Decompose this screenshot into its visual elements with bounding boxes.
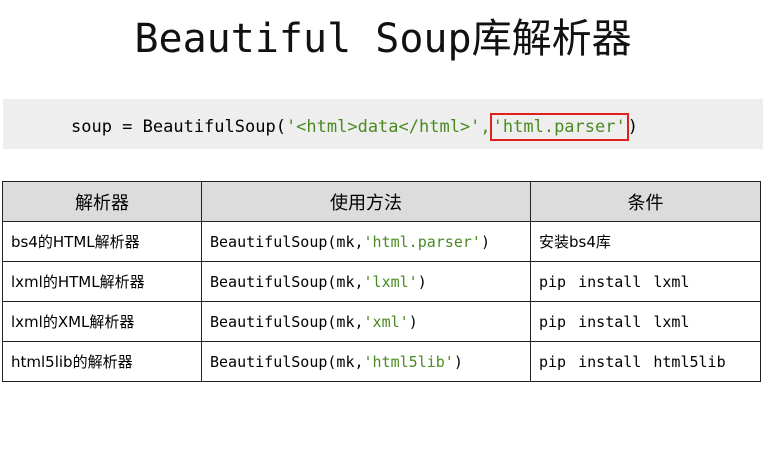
parser-table: 解析器 使用方法 条件 bs4的HTML解析器 BeautifulSoup(mk… [2, 181, 761, 382]
condition-cell: pip install lxml [530, 301, 761, 342]
usage-suffix: ) [453, 352, 463, 371]
table-row: bs4的HTML解析器 BeautifulSoup(mk,'html.parse… [2, 221, 761, 262]
table-row: lxml的HTML解析器 BeautifulSoup(mk,'lxml') pi… [2, 261, 761, 302]
code-arg-parser: 'html.parser' [492, 117, 626, 137]
parser-name-cell: html5lib的解析器 [2, 341, 202, 382]
table-row: html5lib的解析器 BeautifulSoup(mk,'html5lib'… [2, 341, 761, 382]
header-condition: 条件 [530, 181, 761, 222]
usage-arg: 'html5lib' [363, 352, 454, 371]
code-prefix: soup = BeautifulSoup( [71, 117, 286, 137]
parser-name-cell: lxml的XML解析器 [2, 301, 202, 342]
table-row: lxml的XML解析器 BeautifulSoup(mk,'xml') pip … [2, 301, 761, 342]
usage-prefix: BeautifulSoup(mk, [210, 272, 364, 291]
usage-suffix: ) [417, 272, 427, 291]
header-parser: 解析器 [2, 181, 202, 222]
usage-arg: 'xml' [363, 312, 409, 331]
usage-arg: 'html.parser' [363, 232, 481, 251]
condition-cell: pip install lxml [530, 261, 761, 302]
usage-suffix: ) [480, 232, 490, 251]
usage-prefix: BeautifulSoup(mk, [210, 312, 364, 331]
usage-cell: BeautifulSoup(mk,'xml') [201, 301, 531, 342]
header-usage: 使用方法 [201, 181, 531, 222]
code-suffix: ) [627, 117, 638, 137]
code-line: soup = BeautifulSoup('<html>data</html>'… [71, 113, 638, 141]
condition-cell: pip install html5lib [530, 341, 761, 382]
usage-prefix: BeautifulSoup(mk, [210, 352, 364, 371]
usage-cell: BeautifulSoup(mk,'html5lib') [201, 341, 531, 382]
parser-name-cell: lxml的HTML解析器 [2, 261, 202, 302]
page-title: Beautiful Soup库解析器 [134, 16, 632, 62]
usage-arg: 'lxml' [363, 272, 418, 291]
code-arg-html: '<html>data</html>' [285, 117, 481, 137]
usage-cell: BeautifulSoup(mk,'lxml') [201, 261, 531, 302]
table-header-row: 解析器 使用方法 条件 [2, 181, 761, 222]
parser-name-cell: bs4的HTML解析器 [2, 221, 202, 262]
usage-cell: BeautifulSoup(mk,'html.parser') [201, 221, 531, 262]
condition-cell: 安装bs4库 [530, 221, 761, 262]
highlighted-parser-arg: 'html.parser' [489, 113, 629, 141]
usage-suffix: ) [408, 312, 418, 331]
usage-prefix: BeautifulSoup(mk, [210, 232, 364, 251]
